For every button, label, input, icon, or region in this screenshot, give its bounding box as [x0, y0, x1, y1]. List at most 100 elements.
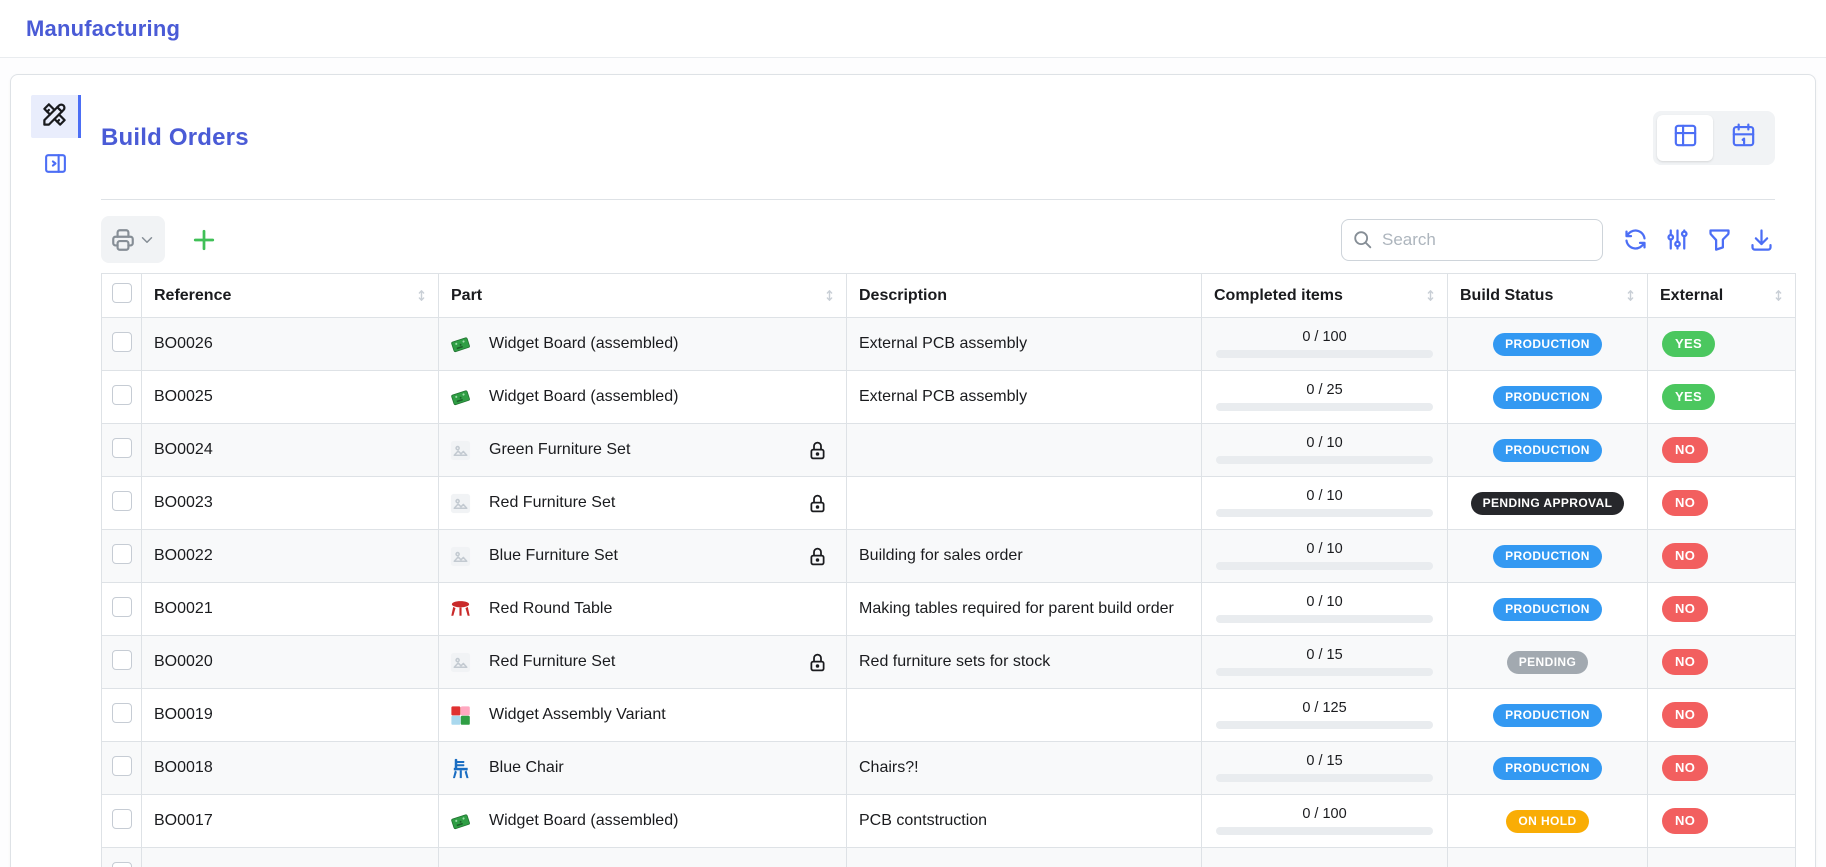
external-badge: NO: [1662, 808, 1708, 834]
row-checkbox[interactable]: [112, 332, 132, 352]
build-description: External PCB assembly: [847, 371, 1202, 424]
row-checkbox[interactable]: [112, 544, 132, 564]
download-icon: [1748, 226, 1775, 253]
row-checkbox[interactable]: [112, 862, 132, 867]
sort-icon: [1770, 287, 1787, 304]
build-description: External PCB assembly: [847, 318, 1202, 371]
table-row[interactable]: [102, 848, 1796, 867]
progress-bar: [1216, 562, 1433, 570]
column-header-description: Description: [847, 274, 1202, 318]
row-checkbox[interactable]: [112, 756, 132, 776]
build-description: PCB contstruction: [847, 795, 1202, 848]
external-badge: NO: [1662, 649, 1708, 675]
build-description: [847, 848, 1202, 867]
build-status-badge: PENDING: [1507, 651, 1588, 674]
progress-bar: [1216, 350, 1433, 358]
part-thumbnail: [449, 651, 472, 674]
sidebar-expand-button[interactable]: [42, 153, 68, 179]
progress-bar: [1216, 615, 1433, 623]
external-badge: NO: [1662, 755, 1708, 781]
column-header-part[interactable]: Part: [439, 274, 847, 318]
table-row[interactable]: BO0025 Widget Board (assembled) External…: [102, 371, 1796, 424]
completed-count: 0 / 10: [1216, 435, 1433, 451]
progress-bar: [1216, 721, 1433, 729]
table-row[interactable]: BO0026 Widget Board (assembled) External…: [102, 318, 1796, 371]
row-checkbox[interactable]: [112, 703, 132, 723]
filter-icon: [1706, 226, 1733, 253]
build-description: Making tables required for parent build …: [847, 583, 1202, 636]
build-status-badge: PRODUCTION: [1493, 704, 1602, 727]
table-row[interactable]: BO0024 Green Furniture Set 0 / 10 PRODUC…: [102, 424, 1796, 477]
external-badge: NO: [1662, 543, 1708, 569]
completed-count: 0 / 125: [1216, 700, 1433, 716]
table-row[interactable]: BO0017 Widget Board (assembled) PCB cont…: [102, 795, 1796, 848]
part-thumbnail: [449, 439, 472, 462]
row-checkbox[interactable]: [112, 650, 132, 670]
progress-bar: [1216, 403, 1433, 411]
search-box: [1341, 219, 1603, 261]
table-row[interactable]: BO0022 Blue Furniture Set Building for s…: [102, 530, 1796, 583]
calendar-view-button[interactable]: [1715, 115, 1771, 161]
progress-bar: [1216, 668, 1433, 676]
top-navigation-bar: Manufacturing: [0, 0, 1826, 58]
part-name: Widget Board (assembled): [489, 388, 678, 406]
refresh-button[interactable]: [1621, 226, 1649, 254]
add-build-order-button[interactable]: [189, 225, 219, 255]
chevron-down-icon: [138, 231, 156, 249]
build-description: [847, 424, 1202, 477]
part-name: Red Furniture Set: [489, 653, 615, 671]
select-all-header: [102, 274, 142, 318]
part-name: Blue Furniture Set: [489, 547, 618, 565]
table-toolbar: [101, 216, 1775, 263]
table-icon: [1671, 121, 1700, 155]
part-thumbnail: [449, 492, 472, 515]
completed-count: 0 / 10: [1216, 488, 1433, 504]
table-row[interactable]: BO0020 Red Furniture Set Red furniture s…: [102, 636, 1796, 689]
row-checkbox[interactable]: [112, 597, 132, 617]
column-header-build-status[interactable]: Build Status: [1448, 274, 1648, 318]
sort-icon: [413, 287, 430, 304]
part-thumbnail: [449, 810, 472, 833]
row-checkbox[interactable]: [112, 438, 132, 458]
part-thumbnail: [449, 704, 472, 727]
table-row[interactable]: BO0018 Blue Chair Chairs?! 0 / 15 PRODUC…: [102, 742, 1796, 795]
build-orders-panel: Build Orders: [10, 74, 1816, 867]
sort-icon: [1622, 287, 1639, 304]
build-description: Red furniture sets for stock: [847, 636, 1202, 689]
column-header-external[interactable]: External: [1648, 274, 1796, 318]
external-badge: NO: [1662, 437, 1708, 463]
progress-bar: [1216, 774, 1433, 782]
view-toggle: [1653, 111, 1775, 165]
column-header-reference[interactable]: Reference: [142, 274, 439, 318]
sidebar-item-build-orders[interactable]: [31, 95, 81, 138]
sidebar-expand-icon: [43, 151, 68, 181]
row-checkbox[interactable]: [112, 491, 132, 511]
table-row[interactable]: BO0019 Widget Assembly Variant 0 / 125 P…: [102, 689, 1796, 742]
build-status-badge: PRODUCTION: [1493, 545, 1602, 568]
search-input[interactable]: [1382, 230, 1592, 250]
progress-bar: [1216, 509, 1433, 517]
filter-button[interactable]: [1705, 226, 1733, 254]
external-badge: YES: [1662, 331, 1715, 357]
row-checkbox[interactable]: [112, 809, 132, 829]
download-button[interactable]: [1747, 226, 1775, 254]
external-badge: NO: [1662, 702, 1708, 728]
part-name: Widget Assembly Variant: [489, 706, 666, 724]
part-name: Blue Chair: [489, 759, 564, 777]
completed-count: 0 / 10: [1216, 541, 1433, 557]
lock-icon: [807, 652, 828, 673]
printer-icon: [110, 227, 136, 253]
build-reference: BO0023: [154, 494, 213, 511]
column-header-completed-items[interactable]: Completed items: [1202, 274, 1448, 318]
build-reference: BO0020: [154, 653, 213, 670]
print-actions-button[interactable]: [101, 216, 165, 263]
part-thumbnail: [449, 545, 472, 568]
table-row[interactable]: BO0023 Red Furniture Set 0 / 10 PENDING …: [102, 477, 1796, 530]
table-view-button[interactable]: [1657, 115, 1713, 161]
lock-icon: [807, 493, 828, 514]
table-row[interactable]: BO0021 Red Round Table Making tables req…: [102, 583, 1796, 636]
select-all-checkbox[interactable]: [112, 283, 132, 303]
adjust-columns-button[interactable]: [1663, 226, 1691, 254]
row-checkbox[interactable]: [112, 385, 132, 405]
build-reference: BO0026: [154, 335, 213, 352]
